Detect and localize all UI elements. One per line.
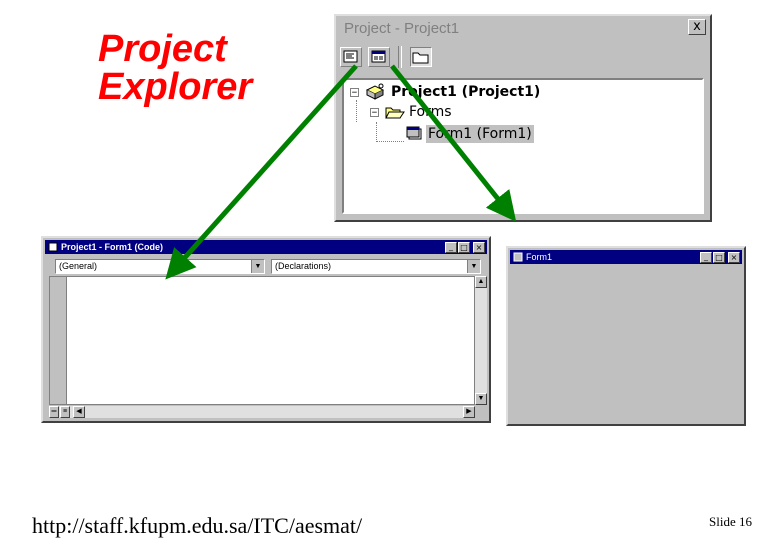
dropdown-arrow-icon[interactable]: ▼ bbox=[467, 260, 480, 273]
close-icon: x bbox=[693, 19, 701, 34]
close-button[interactable]: x bbox=[688, 19, 706, 35]
dropdown-arrow-icon[interactable]: ▼ bbox=[251, 260, 264, 273]
tree-label-project1: Project1 (Project1) bbox=[391, 84, 541, 100]
form-window-title: Form1 bbox=[526, 252, 553, 262]
maximize-button[interactable]: □ bbox=[458, 241, 470, 253]
procedure-view-icon[interactable]: ═ bbox=[49, 406, 59, 418]
tree-label-form1: Form1 (Form1) bbox=[426, 125, 534, 143]
tree-item-form1[interactable]: Form1 (Form1) bbox=[406, 124, 534, 144]
full-module-view-icon[interactable]: ≡ bbox=[60, 406, 70, 418]
view-object-icon bbox=[371, 50, 386, 63]
project-explorer-title: Project - Project1 bbox=[344, 19, 460, 37]
minimize-icon: _ bbox=[449, 241, 453, 251]
project-explorer-window: Project - Project1 x − Project1 (Project… bbox=[334, 14, 712, 222]
object-combo-value: (General) bbox=[59, 261, 98, 271]
close-button[interactable]: × bbox=[473, 241, 485, 253]
form-icon bbox=[406, 126, 422, 140]
slide-title: Project Explorer bbox=[98, 30, 252, 106]
form-window-icon bbox=[513, 252, 523, 262]
maximize-icon: □ bbox=[460, 242, 468, 252]
toolbar-separator bbox=[398, 46, 402, 68]
code-editor[interactable] bbox=[49, 276, 475, 405]
form-canvas[interactable] bbox=[510, 266, 742, 422]
maximize-button[interactable]: □ bbox=[713, 251, 725, 263]
footer-url: http://staff.kfupm.edu.sa/ITC/aesmat/ bbox=[32, 513, 363, 538]
close-icon: × bbox=[730, 252, 738, 262]
tree-item-forms[interactable]: − Forms bbox=[370, 102, 454, 122]
procedure-combo-value: (Declarations) bbox=[275, 261, 332, 271]
code-margin bbox=[50, 277, 67, 404]
horizontal-scrollbar[interactable]: ═ ≡ ◀ ▶ bbox=[49, 406, 475, 418]
scroll-left-icon[interactable]: ◀ bbox=[73, 406, 85, 418]
open-folder-icon bbox=[385, 107, 405, 119]
vertical-scrollbar[interactable]: ▲ ▼ bbox=[475, 276, 487, 405]
collapse-icon[interactable]: − bbox=[370, 107, 379, 117]
close-button[interactable]: × bbox=[728, 251, 740, 263]
scroll-up-icon[interactable]: ▲ bbox=[475, 276, 487, 288]
view-code-button[interactable] bbox=[340, 47, 362, 67]
form-window-titlebar[interactable]: Form1 _ □ × bbox=[510, 250, 742, 264]
maximize-icon: □ bbox=[715, 252, 723, 262]
code-window: Project1 - Form1 (Code) _ □ × (General) … bbox=[41, 236, 491, 423]
code-window-title: Project1 - Form1 (Code) bbox=[61, 242, 164, 252]
procedure-combo[interactable]: (Declarations) ▼ bbox=[271, 259, 481, 274]
tree-connector bbox=[376, 122, 377, 142]
slide-title-line1: Project bbox=[98, 28, 227, 70]
tree-connector bbox=[356, 100, 357, 122]
project-explorer-toolbar bbox=[340, 42, 706, 72]
folder-icon bbox=[412, 52, 429, 64]
slide-number: Slide 16 bbox=[709, 514, 752, 529]
tree-connector bbox=[376, 141, 404, 142]
view-object-button[interactable] bbox=[368, 47, 390, 67]
project-icon bbox=[365, 83, 385, 100]
close-icon: × bbox=[475, 242, 483, 252]
toggle-folders-button[interactable] bbox=[410, 47, 432, 67]
scroll-down-icon[interactable]: ▼ bbox=[475, 393, 487, 405]
code-window-titlebar[interactable]: Project1 - Form1 (Code) _ □ × bbox=[45, 240, 487, 254]
minimize-button[interactable]: _ bbox=[445, 241, 457, 253]
scroll-right-icon[interactable]: ▶ bbox=[463, 406, 475, 418]
project-tree: − Project1 (Project1) − Forms Form1 (For… bbox=[342, 78, 704, 214]
project-explorer-titlebar[interactable]: Project - Project1 bbox=[338, 18, 708, 38]
object-combo[interactable]: (General) ▼ bbox=[55, 259, 265, 274]
view-code-icon bbox=[343, 50, 358, 63]
minimize-button[interactable]: _ bbox=[700, 251, 712, 263]
tree-item-project1[interactable]: − Project1 (Project1) bbox=[350, 82, 542, 102]
form-window: Form1 _ □ × bbox=[506, 246, 746, 426]
minimize-icon: _ bbox=[704, 251, 708, 261]
code-window-icon bbox=[48, 242, 58, 252]
tree-label-forms: Forms bbox=[409, 104, 452, 120]
collapse-icon[interactable]: − bbox=[350, 87, 359, 97]
slide-title-line2: Explorer bbox=[98, 66, 253, 108]
